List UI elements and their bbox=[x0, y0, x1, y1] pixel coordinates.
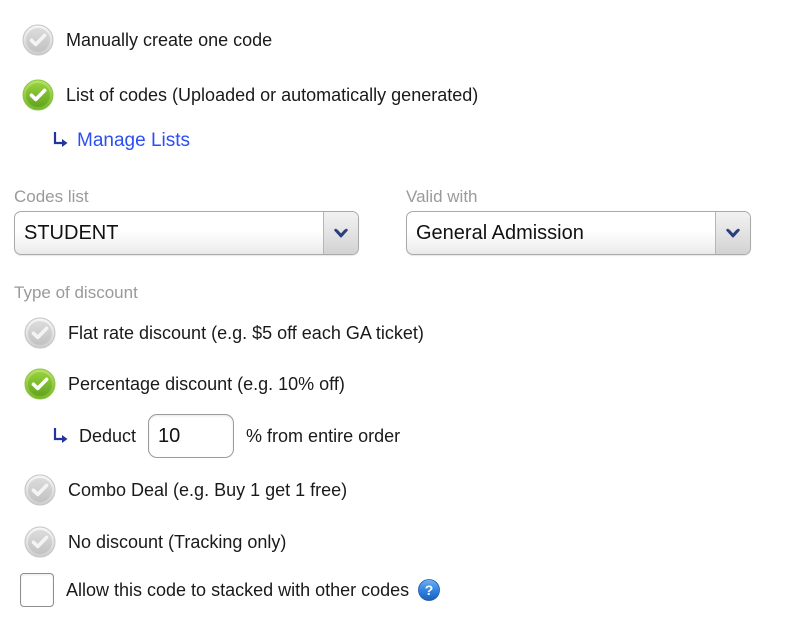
radio-option-label: Flat rate discount (e.g. $5 off each GA … bbox=[68, 323, 424, 343]
codes-list-select[interactable]: STUDENT bbox=[14, 211, 359, 255]
chevron-down-icon[interactable] bbox=[715, 212, 750, 254]
valid-with-selected-value: General Admission bbox=[416, 221, 584, 244]
deduct-prefix-label: Deduct bbox=[79, 426, 137, 446]
coupon-settings-panel: Manually create one code List of codes (… bbox=[0, 0, 794, 624]
radio-unselected-icon[interactable] bbox=[24, 317, 56, 349]
radio-option-label: List of codes (Uploaded or automatically… bbox=[66, 85, 479, 105]
sub-arrow-icon bbox=[53, 426, 69, 446]
radio-unselected-icon[interactable] bbox=[22, 24, 54, 56]
radio-option-percentage-discount[interactable]: Percentage discount (e.g. 10% off) bbox=[24, 368, 345, 400]
radio-option-manual-code[interactable]: Manually create one code bbox=[22, 24, 272, 56]
allow-stacking-label: Allow this code to stacked with other co… bbox=[66, 580, 410, 600]
valid-with-label: Valid with bbox=[406, 187, 478, 206]
valid-with-select[interactable]: General Admission bbox=[406, 211, 751, 255]
sub-arrow-icon bbox=[53, 130, 69, 150]
radio-option-label: Manually create one code bbox=[66, 30, 273, 50]
deduct-suffix-label: % from entire order bbox=[246, 426, 401, 446]
help-icon[interactable]: ? bbox=[418, 579, 441, 601]
codes-list-selected-value: STUDENT bbox=[24, 221, 119, 244]
chevron-down-icon[interactable] bbox=[323, 212, 358, 254]
radio-option-label: No discount (Tracking only) bbox=[68, 532, 287, 552]
allow-stacking-checkbox[interactable] bbox=[20, 573, 54, 607]
deduct-row: Deduct % from entire order bbox=[53, 414, 400, 458]
radio-option-no-discount[interactable]: No discount (Tracking only) bbox=[24, 526, 286, 558]
radio-unselected-icon[interactable] bbox=[24, 526, 56, 558]
radio-option-label: Combo Deal (e.g. Buy 1 get 1 free) bbox=[68, 480, 348, 500]
svg-text:?: ? bbox=[425, 582, 434, 598]
codes-list-label: Codes list bbox=[14, 187, 89, 206]
radio-option-flat-rate-discount[interactable]: Flat rate discount (e.g. $5 off each GA … bbox=[24, 317, 424, 349]
radio-unselected-icon[interactable] bbox=[24, 474, 56, 506]
allow-stacking-row[interactable]: Allow this code to stacked with other co… bbox=[20, 573, 441, 607]
type-of-discount-label: Type of discount bbox=[14, 283, 138, 302]
manage-lists-link[interactable]: Manage Lists bbox=[77, 131, 190, 150]
deduct-percent-input[interactable] bbox=[148, 414, 235, 458]
radio-option-combo-deal[interactable]: Combo Deal (e.g. Buy 1 get 1 free) bbox=[24, 474, 347, 506]
radio-option-list-of-codes[interactable]: List of codes (Uploaded or automatically… bbox=[22, 79, 478, 111]
radio-selected-icon[interactable] bbox=[24, 368, 56, 400]
radio-selected-icon[interactable] bbox=[22, 79, 54, 111]
radio-option-label: Percentage discount (e.g. 10% off) bbox=[68, 374, 345, 394]
manage-lists-row[interactable]: Manage Lists bbox=[53, 130, 190, 150]
